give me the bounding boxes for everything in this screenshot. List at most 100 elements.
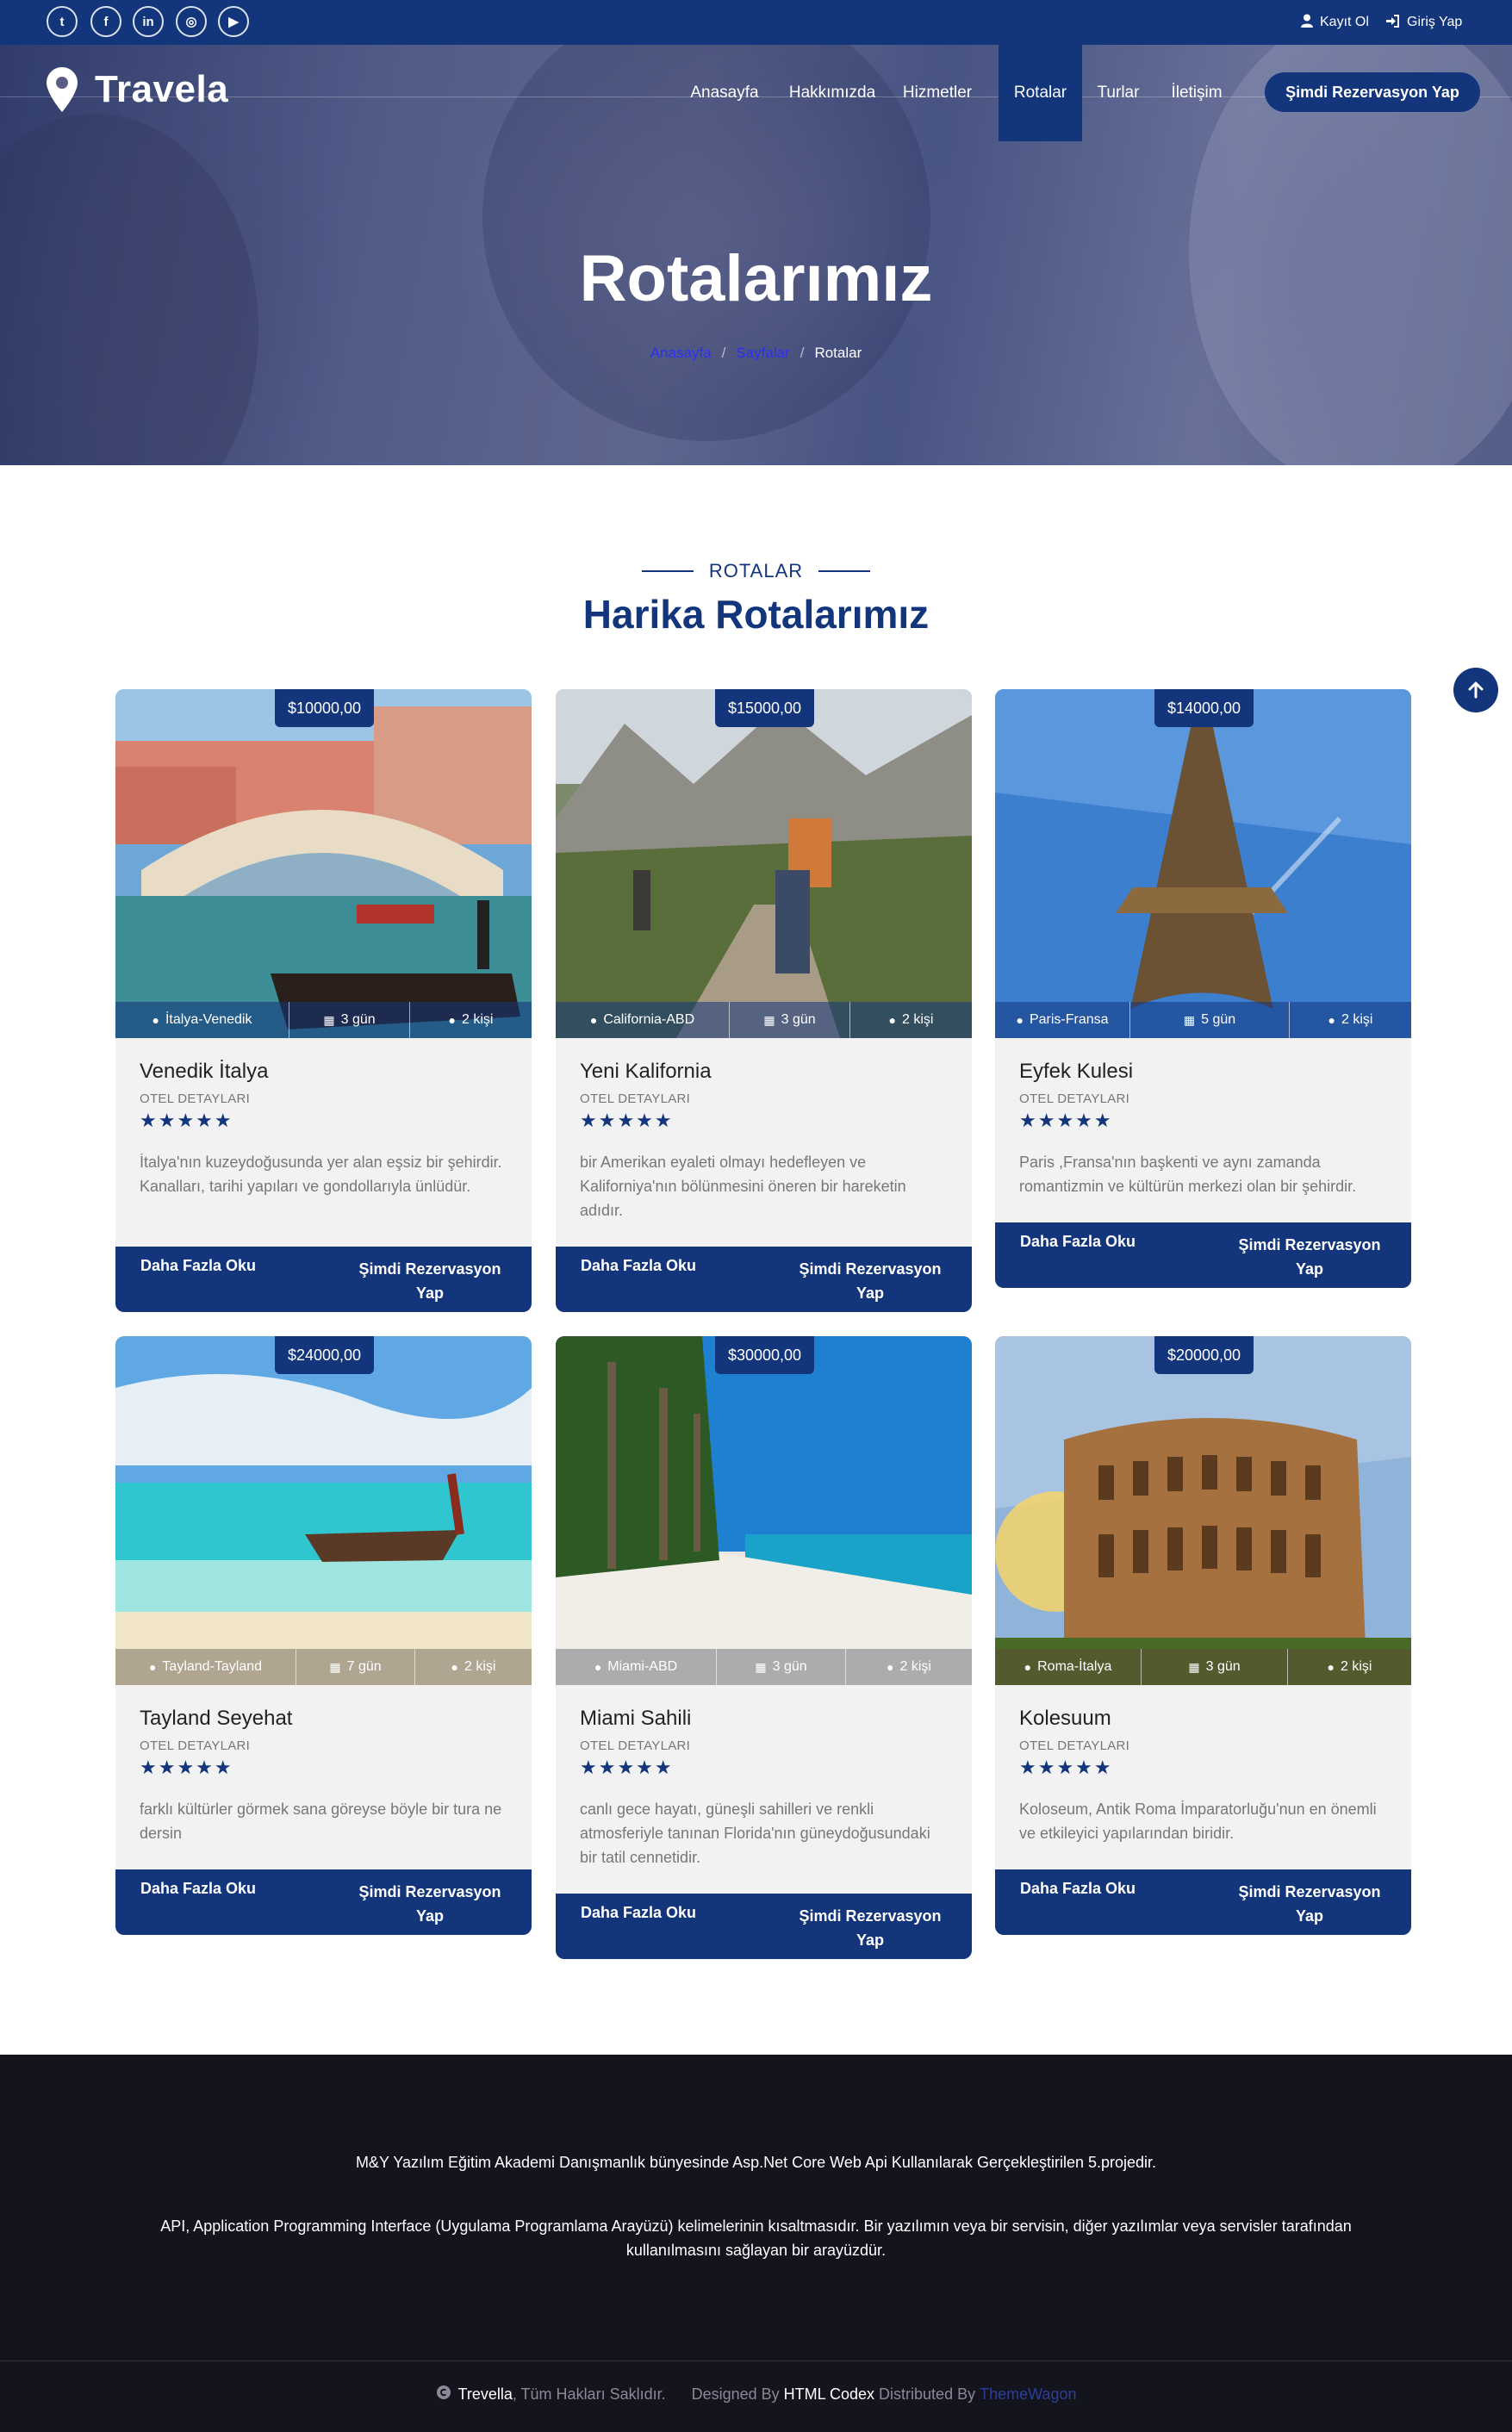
card-description: İtalya'nın kuzeydoğusunda yer alan eşsiz… [140, 1154, 502, 1195]
section-title: Harika Rotalarımız [582, 592, 930, 637]
read-more-button[interactable]: Daha Fazla Oku [1020, 1880, 1136, 1898]
rating-stars: ★★★★★ [1019, 1757, 1113, 1778]
rating-stars: ★★★★★ [580, 1110, 674, 1131]
nav-rotalar[interactable]: Rotalar [999, 45, 1082, 141]
route-card: $30000,00 ● Miami-ABD ▦ 3 gün ● 2 kişi Miam… [556, 1336, 972, 1959]
brand-logo[interactable]: Travela [47, 67, 228, 112]
map-pin-icon [47, 67, 78, 112]
card-actions: Daha Fazla Oku Şimdi Rezervasyon Yap [995, 1222, 1411, 1288]
location-text: İtalya-Venedik [165, 1012, 252, 1027]
location-info: ● İtalya-Venedik [115, 1002, 289, 1038]
hotel-details-label: OTEL DETAYLARI [580, 1092, 691, 1106]
twitter-icon[interactable]: t [47, 6, 78, 37]
nav-anasayfa[interactable]: Anasayfa [681, 45, 768, 141]
location-info: ● Roma-İtalya [995, 1649, 1142, 1685]
location-info: ● California-ABD [556, 1002, 730, 1038]
card-actions: Daha Fazla Oku Şimdi Rezervasyon Yap [115, 1869, 532, 1935]
book-now-button[interactable]: Şimdi Rezervasyon Yap [1265, 72, 1480, 112]
footer-brand-link[interactable]: Trevella [458, 2385, 513, 2404]
card-description: Paris ,Fransa'nın başkenti ve aynı zaman… [1019, 1154, 1357, 1195]
footer-rights: , Tüm Hakları Saklıdır. [512, 2385, 666, 2403]
location-text: Paris-Fransa [1029, 1012, 1109, 1027]
hotel-details-label: OTEL DETAYLARI [1019, 1092, 1130, 1106]
login-link[interactable]: Giriş Yap [1385, 0, 1462, 45]
back-to-top-button[interactable] [1453, 668, 1498, 712]
hotel-details-label: OTEL DETAYLARI [140, 1738, 251, 1753]
persons-text: 2 kişi [1341, 1012, 1373, 1027]
persons-info: ● 2 kişi [850, 1002, 972, 1038]
calendar-icon: ▦ [323, 1012, 335, 1027]
card-description: canlı gece hayatı, güneşli sahilleri ve … [580, 1801, 930, 1866]
calendar-icon: ▦ [1188, 1659, 1200, 1674]
breadcrumb: Anasayfa / Sayfalar / Rotalar [0, 345, 1512, 362]
book-now-button[interactable]: Şimdi Rezervasyon Yap [357, 1880, 503, 1928]
nav-turlar[interactable]: Turlar [1090, 45, 1147, 141]
route-card: $20000,00 ● Roma-İtalya ▦ 3 gün ● 2 kişi Ko… [995, 1336, 1411, 1935]
price-badge: $24000,00 [275, 1336, 374, 1374]
duration-text: 5 gün [1201, 1012, 1236, 1027]
register-link[interactable]: Kayıt Ol [1301, 0, 1369, 45]
instagram-icon[interactable]: ◎ [176, 6, 207, 37]
persons-info: ● 2 kişi [1288, 1649, 1411, 1685]
duration-info: ▦ 3 gün [289, 1002, 410, 1038]
persons-text: 2 kişi [899, 1659, 931, 1674]
sign-in-icon [1385, 14, 1400, 31]
hotel-details-label: OTEL DETAYLARI [580, 1738, 691, 1753]
price-badge: $30000,00 [715, 1336, 814, 1374]
read-more-button[interactable]: Daha Fazla Oku [140, 1257, 256, 1275]
card-actions: Daha Fazla Oku Şimdi Rezervasyon Yap [556, 1894, 972, 1959]
card-title: Yeni Kalifornia [580, 1060, 712, 1083]
footer-divider [0, 2360, 1512, 2361]
login-label: Giriş Yap [1407, 15, 1463, 29]
california-image [556, 689, 972, 1038]
book-now-button[interactable]: Şimdi Rezervasyon Yap [1236, 1233, 1383, 1281]
rating-stars: ★★★★★ [140, 1110, 233, 1131]
designer-link[interactable]: HTML Codex [784, 2385, 874, 2404]
rating-stars: ★★★★★ [580, 1757, 674, 1778]
route-card: $14000,00 ● Paris-Fransa ▦ 5 gün ● 2 kişi E… [995, 689, 1411, 1288]
facebook-icon[interactable]: f [90, 6, 121, 37]
duration-text: 3 gün [340, 1012, 376, 1027]
book-now-button[interactable]: Şimdi Rezervasyon Yap [357, 1257, 503, 1305]
calendar-icon: ▦ [755, 1659, 767, 1674]
persons-text: 2 kişi [1341, 1659, 1372, 1674]
calendar-icon: ▦ [1183, 1012, 1196, 1027]
breadcrumb-current: Rotalar [814, 345, 862, 361]
top-bar: t f in ◎ ▶ Kayıt Ol Giriş Yap [0, 0, 1512, 45]
card-actions: Daha Fazla Oku Şimdi Rezervasyon Yap [115, 1247, 532, 1312]
persons-text: 2 kişi [902, 1012, 934, 1027]
trip-meta: ● Paris-Fransa ▦ 5 gün ● 2 kişi [995, 1002, 1411, 1038]
nav-hizmetler[interactable]: Hizmetler [896, 45, 979, 141]
card-description: Koloseum, Antik Roma İmparatorluğu'nun e… [1019, 1801, 1377, 1842]
book-now-button[interactable]: Şimdi Rezervasyon Yap [1236, 1880, 1383, 1928]
youtube-icon[interactable]: ▶ [218, 6, 249, 37]
location-text: Tayland-Tayland [162, 1659, 263, 1674]
location-info: ● Paris-Fransa [995, 1002, 1130, 1038]
calendar-icon: ▦ [763, 1012, 775, 1027]
persons-text: 2 kişi [462, 1012, 494, 1027]
book-now-button[interactable]: Şimdi Rezervasyon Yap [797, 1257, 943, 1305]
linkedin-icon[interactable]: in [133, 6, 164, 37]
map-marker-icon: ● [594, 1660, 602, 1674]
distributor-link[interactable]: ThemeWagon [980, 2385, 1076, 2404]
persons-info: ● 2 kişi [415, 1649, 532, 1685]
register-label: Kayıt Ol [1320, 15, 1369, 29]
nav-iletisim[interactable]: İletişim [1161, 45, 1232, 141]
section-subtitle-line [818, 570, 871, 572]
route-card: $15000,00 ● California-ABD ▦ 3 gün ● 2 kişi… [556, 689, 972, 1312]
location-info: ● Miami-ABD [556, 1649, 717, 1685]
book-now-button[interactable]: Şimdi Rezervasyon Yap [797, 1904, 943, 1952]
price-badge: $20000,00 [1154, 1336, 1254, 1374]
breadcrumb-home[interactable]: Anasayfa [650, 345, 712, 362]
breadcrumb-pages[interactable]: Sayfalar [736, 345, 789, 362]
read-more-button[interactable]: Daha Fazla Oku [1020, 1233, 1136, 1251]
colosseum-image [995, 1336, 1411, 1685]
trip-meta: ● Miami-ABD ▦ 3 gün ● 2 kişi [556, 1649, 972, 1685]
read-more-button[interactable]: Daha Fazla Oku [140, 1880, 256, 1898]
miami-beach-image [556, 1336, 972, 1685]
read-more-button[interactable]: Daha Fazla Oku [581, 1904, 696, 1922]
read-more-button[interactable]: Daha Fazla Oku [581, 1257, 696, 1275]
card-description: farklı kültürler görmek sana göreyse böy… [140, 1801, 502, 1842]
map-marker-icon: ● [1024, 1660, 1032, 1674]
nav-hakkimizda[interactable]: Hakkımızda [784, 45, 880, 141]
